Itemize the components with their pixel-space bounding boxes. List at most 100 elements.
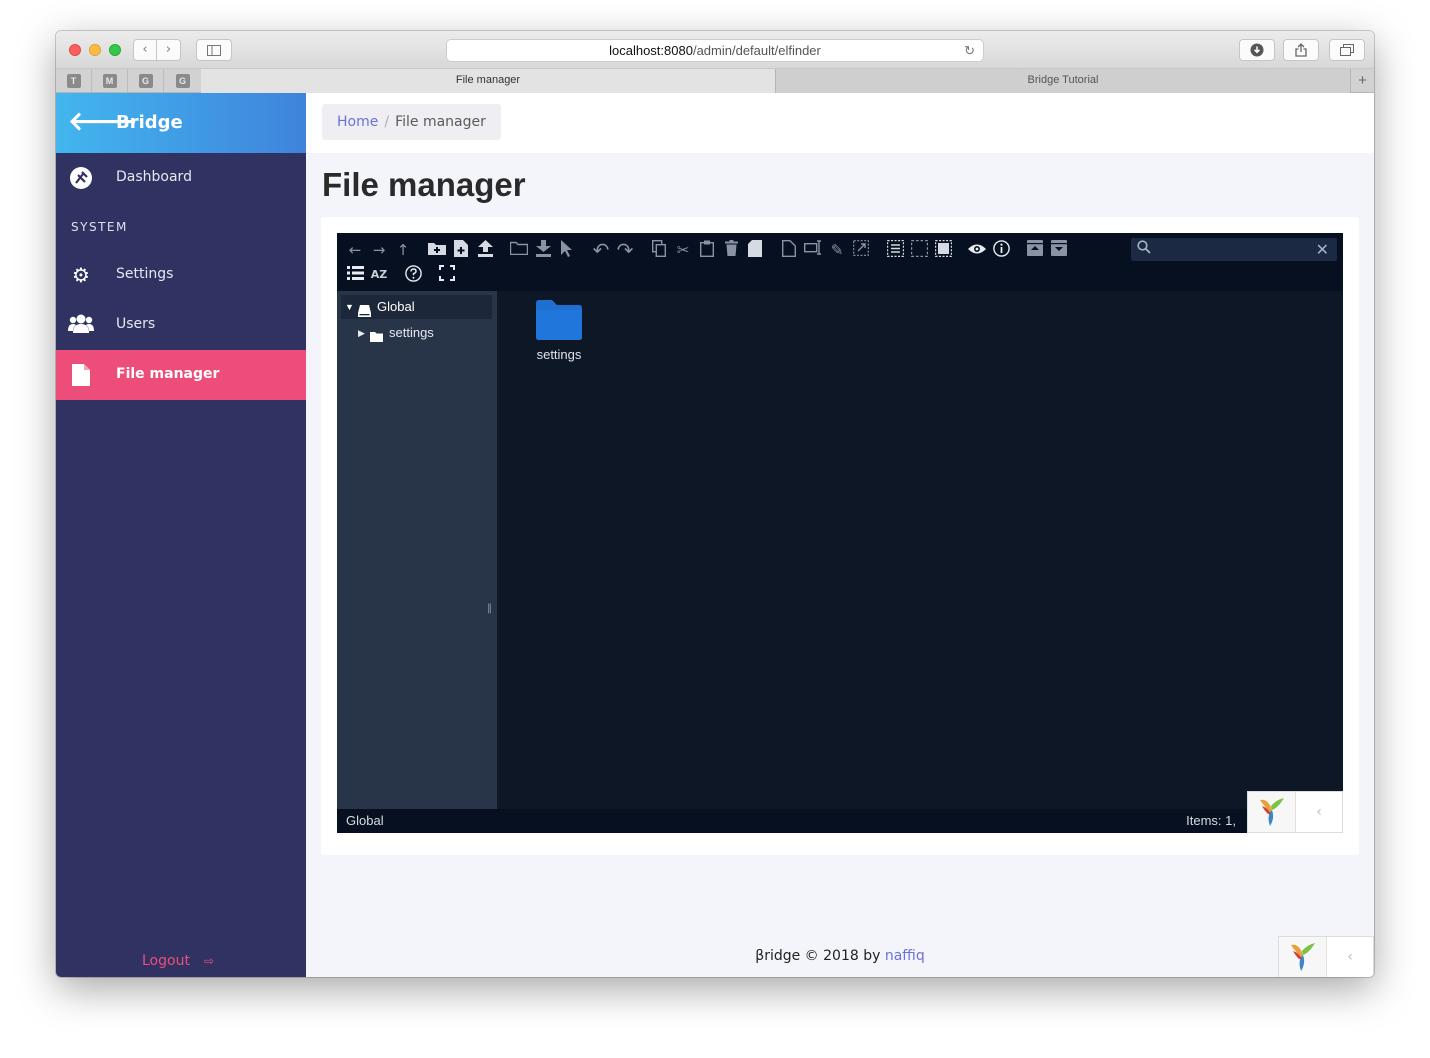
footer-text: βridge © 2018 by — [755, 948, 881, 964]
sidebar-item-dashboard[interactable]: Dashboard — [56, 153, 306, 203]
breadcrumb-home[interactable]: Home — [337, 114, 378, 130]
caret-down-icon[interactable]: ▼ — [345, 295, 354, 319]
sidebar-item-file-manager[interactable]: File manager — [56, 350, 306, 400]
folder-icon — [536, 300, 582, 340]
downloads-button[interactable] — [1239, 39, 1275, 61]
favorites-bar: T M G G — [56, 69, 201, 93]
close-icon[interactable]: ✕ — [1316, 238, 1329, 261]
sidebar: 🡐 Bridge Dashboard SYSTEM ⚙ Settings Use… — [56, 93, 306, 977]
tree-item-global[interactable]: ▼ Global — [341, 295, 492, 319]
content-card: ← → ↑ ↶ ↷ ✂ ✎ ✕ AZ ▼ Global ▶ settings ‖… — [321, 217, 1359, 855]
logout-link[interactable]: Logout ⇨ — [142, 953, 214, 969]
url-path: /admin/default/elfinder — [692, 43, 821, 58]
new-file-icon[interactable] — [451, 240, 471, 260]
sidebar-item-label: Settings — [116, 266, 174, 282]
open-folder-icon[interactable] — [509, 240, 529, 260]
favorite-t[interactable]: T — [56, 69, 92, 92]
zoom-window-button[interactable] — [109, 44, 121, 56]
search-input[interactable] — [1157, 240, 1307, 259]
info-icon[interactable] — [991, 240, 1011, 260]
archive-icon[interactable] — [1025, 240, 1045, 260]
forward-arrow-icon[interactable]: → — [369, 240, 389, 260]
status-items: Items: 1, — [1186, 813, 1236, 828]
yii-debug-toolbar-inner[interactable]: ‹ — [1247, 791, 1343, 833]
duplicate-icon[interactable] — [779, 240, 799, 260]
search-box: ✕ — [1131, 238, 1337, 261]
upload-icon[interactable] — [475, 240, 495, 260]
yii-debug-toolbar[interactable]: ‹ — [1278, 936, 1374, 977]
yii-logo-icon[interactable] — [1279, 937, 1327, 977]
fullscreen-icon[interactable] — [437, 265, 457, 285]
select-invert-icon[interactable] — [933, 240, 953, 260]
resize-icon[interactable] — [851, 240, 871, 260]
page-footer: βridge © 2018 by naffiq — [306, 948, 1374, 964]
page-title: File manager — [322, 166, 526, 203]
rename-icon[interactable] — [803, 240, 823, 260]
minimize-window-button[interactable] — [89, 44, 101, 56]
brand-name: Bridge — [116, 112, 183, 133]
select-all-icon[interactable] — [885, 240, 905, 260]
sign-out-icon: ⇨ — [203, 954, 214, 968]
chevron-left-icon[interactable]: ‹ — [1327, 937, 1373, 977]
tabs-overview-button[interactable] — [1329, 39, 1365, 61]
eye-icon[interactable] — [967, 240, 987, 260]
sidebar-toggle-button[interactable] — [196, 39, 232, 61]
edit-pencil-icon[interactable]: ✎ — [827, 240, 847, 260]
sort-az-icon[interactable]: AZ — [369, 265, 389, 285]
mail-icon: M — [102, 73, 117, 88]
elfinder-navbar: ▼ Global ▶ settings ‖ — [337, 291, 497, 809]
select-pointer-icon[interactable] — [557, 240, 577, 260]
address-bar[interactable]: localhost:8080/admin/default/elfinder ↻ — [446, 39, 984, 62]
dashboard-icon — [68, 166, 94, 190]
favorite-g-icon: G — [175, 73, 190, 88]
paste-icon[interactable] — [697, 240, 717, 260]
cut-icon[interactable]: ✂ — [673, 240, 693, 260]
sidebar-item-label: Users — [116, 316, 156, 332]
download-icon[interactable] — [533, 240, 553, 260]
github-icon: G — [138, 73, 153, 88]
yii-logo-icon[interactable] — [1248, 792, 1296, 832]
tab-file-manager[interactable]: File manager — [201, 69, 776, 93]
browser-window: ‹ › localhost:8080/admin/default/elfinde… — [56, 31, 1374, 977]
up-arrow-icon[interactable]: ↑ — [393, 240, 413, 260]
favorite-t-icon: T — [66, 73, 81, 88]
favorite-g[interactable]: G — [164, 69, 201, 92]
navbar-resize-handle[interactable]: ‖ — [487, 603, 492, 614]
redo-icon[interactable]: ↷ — [615, 240, 635, 260]
elfinder-cwd: settings — [497, 291, 1343, 809]
empty-file-icon[interactable] — [745, 240, 765, 260]
new-tab-button[interactable]: + — [1351, 69, 1374, 93]
share-icon — [1295, 43, 1307, 57]
back-button[interactable]: ‹ — [133, 39, 157, 61]
new-folder-icon[interactable] — [427, 240, 447, 260]
sidebar-item-settings[interactable]: ⚙ Settings — [56, 250, 306, 300]
reload-icon[interactable]: ↻ — [964, 40, 975, 61]
extract-icon[interactable] — [1049, 240, 1069, 260]
share-button[interactable] — [1283, 39, 1319, 61]
sidebar-item-label: Dashboard — [116, 169, 192, 185]
forward-button[interactable]: › — [157, 39, 181, 61]
list-view-icon[interactable] — [345, 265, 365, 285]
undo-icon[interactable]: ↶ — [591, 240, 611, 260]
close-window-button[interactable] — [69, 44, 81, 56]
browser-tabbar: T M G G File manager Bridge Tutorial + — [56, 69, 1374, 93]
breadcrumb-current: File manager — [395, 114, 486, 130]
delete-icon[interactable] — [721, 240, 741, 260]
caret-right-icon[interactable]: ▶ — [358, 322, 365, 344]
footer-author-link[interactable]: naffiq — [885, 948, 925, 964]
sidebar-icon — [207, 45, 221, 56]
help-icon[interactable] — [403, 265, 423, 285]
favorite-mail[interactable]: M — [92, 69, 128, 92]
sidebar-item-users[interactable]: Users — [56, 300, 306, 350]
file-icon — [68, 363, 94, 387]
select-none-icon[interactable] — [909, 240, 929, 260]
chevron-left-icon[interactable]: ‹ — [1296, 792, 1342, 832]
logout-label: Logout — [142, 953, 190, 969]
plus-icon: + — [1358, 72, 1367, 89]
tab-bridge-tutorial[interactable]: Bridge Tutorial — [776, 69, 1351, 93]
file-item-settings[interactable]: settings — [521, 299, 597, 362]
back-arrow-icon[interactable]: ← — [345, 240, 365, 260]
sidebar-brand[interactable]: 🡐 Bridge — [56, 93, 306, 153]
favorite-github[interactable]: G — [128, 69, 164, 92]
copy-icon[interactable] — [649, 239, 669, 260]
